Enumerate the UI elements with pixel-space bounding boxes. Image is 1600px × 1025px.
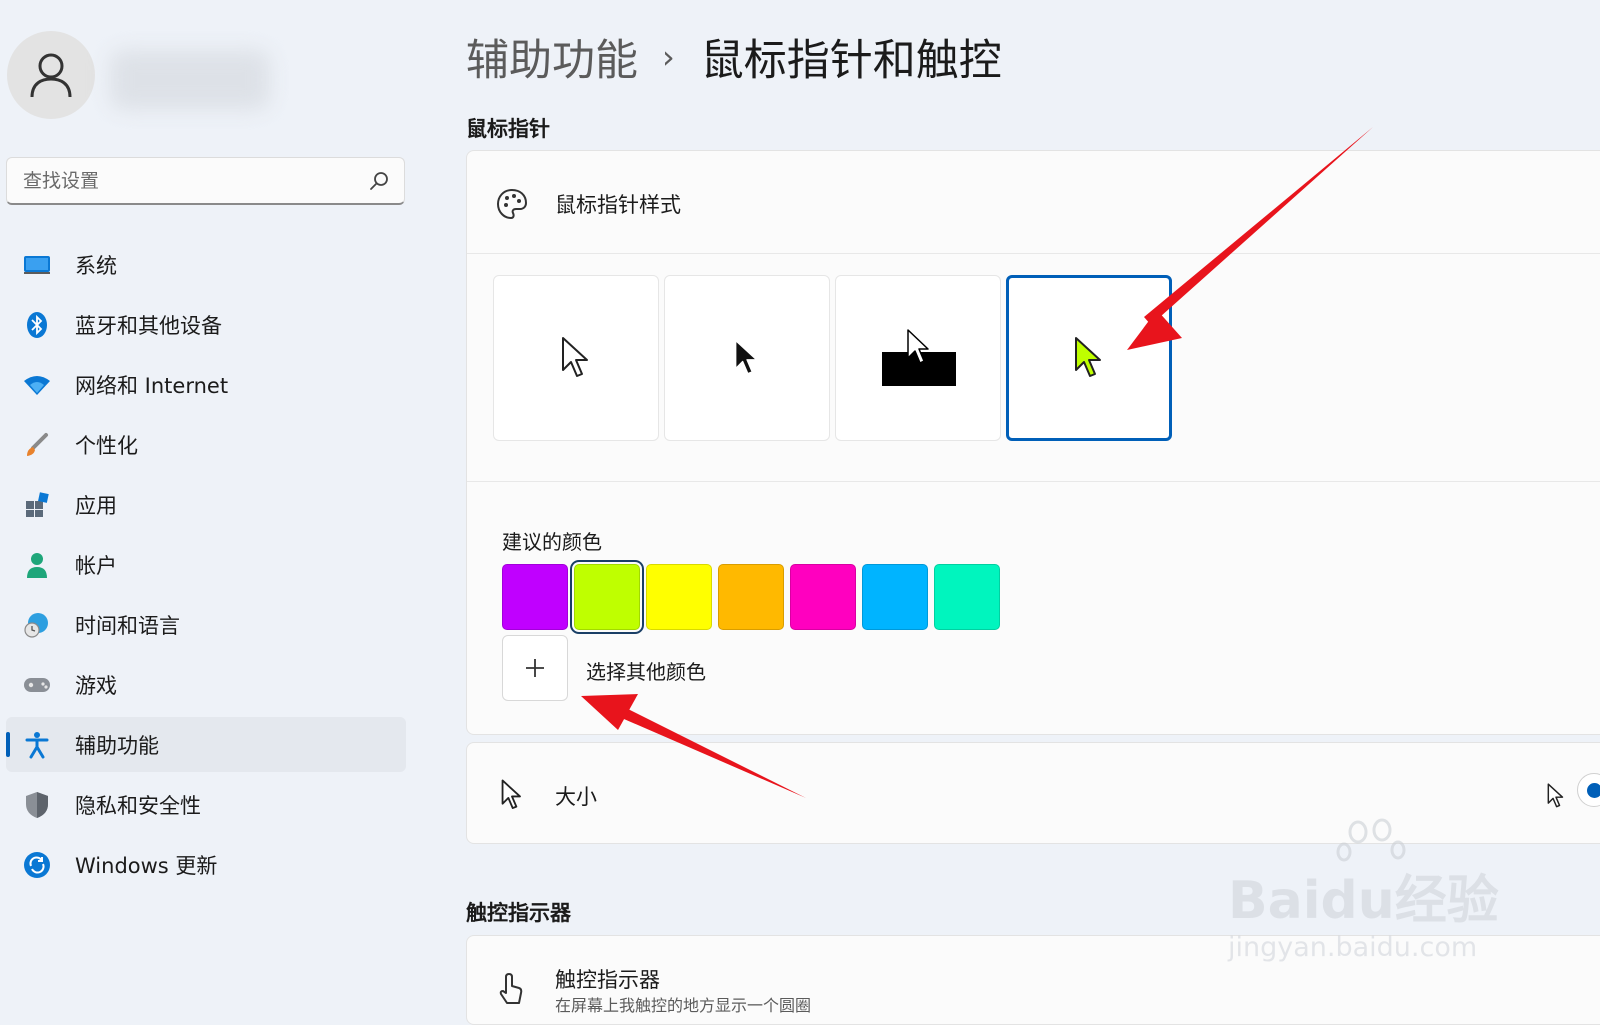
sidebar-item-time-language[interactable]: 时间和语言 <box>6 597 406 652</box>
watermark-brand: Baidu经验 <box>1228 871 1499 931</box>
sidebar-item-accounts[interactable]: 帐户 <box>6 537 406 592</box>
color-swatch-lime[interactable] <box>574 564 640 630</box>
breadcrumb: 辅助功能 › 鼠标指针和触控 <box>466 26 1002 88</box>
sidebar-item-label: 网络和 Internet <box>75 373 229 398</box>
breadcrumb-separator: › <box>662 38 675 76</box>
search-input[interactable] <box>7 158 404 203</box>
section-title-mouse-pointer: 鼠标指针 <box>466 117 550 141</box>
sidebar-item-label: 辅助功能 <box>75 733 159 758</box>
apps-icon <box>22 490 52 520</box>
sidebar-item-windows-update[interactable]: Windows 更新 <box>6 837 406 892</box>
search-icon[interactable] <box>368 170 390 192</box>
search-box[interactable] <box>6 157 405 205</box>
wifi-icon <box>22 370 52 400</box>
shield-icon <box>22 790 52 820</box>
sidebar-item-gaming[interactable]: 游戏 <box>6 657 406 712</box>
plus-icon <box>526 659 544 677</box>
sidebar-item-label: 帐户 <box>75 553 117 578</box>
baidu-watermark: Baidu经验 jingyan.baidu.com <box>1228 818 1518 988</box>
custom-color-pointer-icon <box>1075 337 1101 377</box>
avatar[interactable] <box>7 31 95 119</box>
sidebar-item-apps[interactable]: 应用 <box>6 477 406 532</box>
pointer-style-custom[interactable] <box>1006 275 1172 441</box>
choose-other-color-button[interactable] <box>502 635 568 701</box>
color-swatch-orange[interactable] <box>718 564 784 630</box>
color-swatch-purple[interactable] <box>502 564 568 630</box>
suggested-colors-label: 建议的颜色 <box>502 530 602 554</box>
pointer-style-white[interactable] <box>493 275 659 441</box>
divider <box>467 481 1600 482</box>
color-swatch-blue[interactable] <box>862 564 928 630</box>
sidebar-item-label: 系统 <box>75 253 117 278</box>
sidebar-item-personalization[interactable]: 个性化 <box>6 417 406 472</box>
sidebar-item-system[interactable]: 系统 <box>6 237 406 292</box>
sidebar-item-network[interactable]: 网络和 Internet <box>6 357 406 412</box>
sidebar-nav: 系统 蓝牙和其他设备 网络和 Internet 个性化 应用 帐户 时间和语言 … <box>6 237 406 897</box>
sidebar-item-accessibility[interactable]: 辅助功能 <box>6 717 406 772</box>
color-swatch-yellow[interactable] <box>646 564 712 630</box>
watermark-url: jingyan.baidu.com <box>1228 932 1478 963</box>
palette-icon <box>496 188 528 220</box>
pointer-style-black[interactable] <box>664 275 830 441</box>
white-pointer-icon <box>562 337 588 377</box>
black-pointer-icon <box>735 340 758 375</box>
sidebar-item-label: 隐私和安全性 <box>75 793 201 818</box>
person-icon <box>22 550 52 580</box>
divider <box>467 253 1600 254</box>
pointer-size-label: 大小 <box>555 785 597 809</box>
user-name-redacted <box>110 50 270 110</box>
breadcrumb-parent[interactable]: 辅助功能 <box>466 26 638 88</box>
update-icon <box>22 850 52 880</box>
brush-icon <box>22 430 52 460</box>
globe-clock-icon <box>22 610 52 640</box>
sidebar-item-label: 蓝牙和其他设备 <box>75 313 222 338</box>
pointer-outline-icon <box>501 779 521 809</box>
sidebar-item-label: Windows 更新 <box>75 853 218 878</box>
pointer-size-slider-thumb[interactable] <box>1577 773 1600 807</box>
monitor-icon <box>22 250 52 280</box>
page-title: 鼠标指针和触控 <box>700 36 1002 86</box>
touch-indicator-label: 触控指示器 <box>555 968 660 992</box>
bluetooth-icon <box>22 310 52 340</box>
choose-other-color-label[interactable]: 选择其他颜色 <box>586 656 706 685</box>
pointer-style-label: 鼠标指针样式 <box>555 193 681 217</box>
touch-hand-icon <box>499 973 523 1004</box>
color-swatch-pink[interactable] <box>790 564 856 630</box>
sidebar-item-label: 时间和语言 <box>75 613 180 638</box>
section-title-touch-indicator: 触控指示器 <box>466 901 571 925</box>
pointer-style-inverted[interactable] <box>835 275 1001 441</box>
sidebar: 系统 蓝牙和其他设备 网络和 Internet 个性化 应用 <box>0 0 420 1000</box>
mouse-pointer-style-card: 鼠标指针样式 建议的颜色 选择其他颜色 <box>466 150 1600 735</box>
sidebar-item-label: 个性化 <box>75 433 138 458</box>
sidebar-item-bluetooth[interactable]: 蓝牙和其他设备 <box>6 297 406 352</box>
color-swatch-teal[interactable] <box>934 564 1000 630</box>
gamepad-icon <box>22 670 52 700</box>
small-pointer-icon <box>1547 783 1564 808</box>
person-outline-icon <box>30 53 72 98</box>
sidebar-item-label: 游戏 <box>75 673 117 698</box>
sidebar-item-label: 应用 <box>75 493 117 518</box>
inverted-pointer-icon <box>882 329 956 386</box>
accessibility-icon <box>22 730 52 760</box>
sidebar-item-privacy[interactable]: 隐私和安全性 <box>6 777 406 832</box>
touch-indicator-description: 在屏幕上我触控的地方显示一个圆圈 <box>555 996 812 1015</box>
